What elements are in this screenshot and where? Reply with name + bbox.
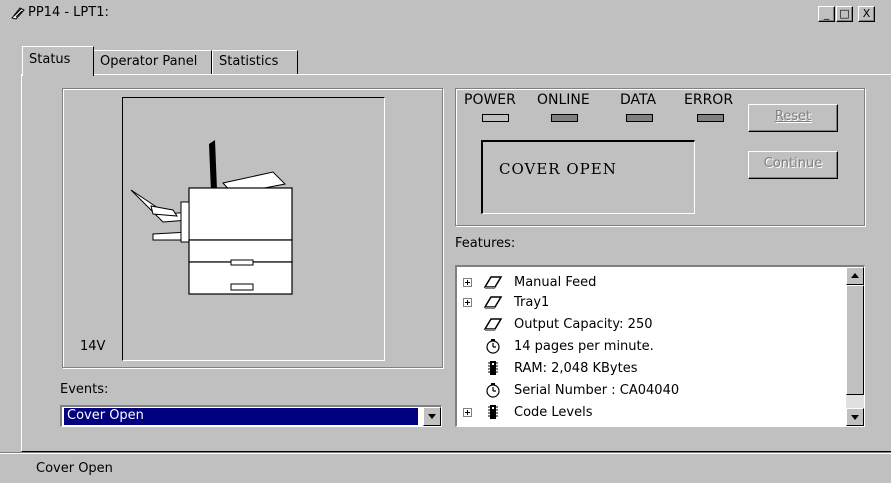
arrow-up-icon <box>851 273 859 278</box>
tree-item-pages-per-minute[interactable]: 14 pages per minute. <box>457 337 847 357</box>
close-icon: X <box>862 7 871 20</box>
memory-chip-icon <box>488 361 498 375</box>
data-indicator-light <box>626 114 653 122</box>
tab-label: Operator Panel <box>100 54 198 69</box>
display-message: COVER OPEN <box>499 160 617 178</box>
tree-item-label: Serial Number : CA04040 <box>514 383 680 398</box>
printer-illustration <box>130 140 293 295</box>
tree-item-serial-number[interactable]: Serial Number : CA04040 <box>457 381 847 401</box>
data-label: DATA <box>620 92 657 108</box>
status-text: Cover Open <box>36 461 113 476</box>
tree-item-label: Output Capacity: 250 <box>514 317 653 332</box>
online-indicator-light <box>551 114 578 122</box>
tree-item-ram[interactable]: RAM: 2,048 KBytes <box>457 359 847 379</box>
arrow-down-icon <box>851 415 859 420</box>
tree-item-label: Code Levels <box>514 405 593 420</box>
close-button[interactable]: X <box>858 6 875 22</box>
tab-status[interactable]: Status <box>22 46 94 76</box>
printer-display: COVER OPEN <box>481 140 695 214</box>
error-indicator-light <box>697 114 724 122</box>
printer-image-area <box>122 97 385 361</box>
tab-label: Statistics <box>219 54 279 69</box>
tree-item-label: RAM: 2,048 KBytes <box>514 361 638 376</box>
expand-icon[interactable] <box>463 278 472 287</box>
dropdown-button[interactable] <box>423 407 441 426</box>
continue-button-label: Continue <box>763 156 823 171</box>
reset-button-label: Reset <box>774 109 812 124</box>
events-label: Events: <box>60 382 109 397</box>
tab-statistics[interactable]: Statistics <box>212 50 298 74</box>
online-label: ONLINE <box>537 92 590 108</box>
expand-icon[interactable] <box>463 408 472 417</box>
status-bar: Cover Open <box>0 452 891 483</box>
tree-item-code-levels[interactable]: Code Levels <box>457 403 847 423</box>
scroll-down-button[interactable] <box>846 408 864 426</box>
paper-tray-icon <box>483 296 503 309</box>
tree-item-manual-feed[interactable]: Manual Feed <box>457 273 847 293</box>
printer-status-window: PP14 - LPT1: _ □ X Status Operator Panel… <box>0 0 891 483</box>
paper-tray-icon <box>483 276 503 289</box>
minimize-button[interactable]: _ <box>818 6 835 22</box>
power-indicator-light <box>482 114 509 122</box>
printer-app-icon <box>11 7 25 20</box>
tree-item-label: Manual Feed <box>514 275 597 290</box>
tree-item-label: 14 pages per minute. <box>514 339 654 354</box>
features-label: Features: <box>455 236 516 251</box>
maximize-button[interactable]: □ <box>836 6 853 22</box>
events-selected-value: Cover Open <box>63 407 419 426</box>
features-scrollbar[interactable] <box>846 267 864 426</box>
tab-operator-panel[interactable]: Operator Panel <box>93 50 212 74</box>
memory-chip-icon <box>488 405 498 419</box>
title-bar[interactable]: PP14 - LPT1: _ □ X <box>0 0 891 26</box>
tree-item-tray1[interactable]: Tray1 <box>457 293 847 313</box>
paper-tray-icon <box>483 318 503 331</box>
reset-button[interactable]: Reset <box>748 104 838 132</box>
maximize-icon: □ <box>839 7 850 20</box>
chevron-down-icon <box>428 414 436 419</box>
expand-icon[interactable] <box>463 298 472 307</box>
minimize-icon: _ <box>823 7 830 20</box>
features-tree[interactable]: Manual Feed Tray1 Output Capacity: 250 1… <box>455 265 865 427</box>
tab-label: Status <box>29 52 71 67</box>
tree-item-label: Tray1 <box>514 295 550 310</box>
error-label: ERROR <box>684 92 734 108</box>
scroll-thumb[interactable] <box>846 285 864 395</box>
printer-model-label: 14V <box>80 339 106 354</box>
scroll-up-button[interactable] <box>846 267 864 285</box>
stopwatch-icon <box>486 339 500 354</box>
window-title: PP14 - LPT1: <box>28 5 109 20</box>
continue-button[interactable]: Continue <box>748 151 838 179</box>
stopwatch-icon <box>486 383 500 398</box>
events-dropdown[interactable]: Cover Open <box>60 405 442 427</box>
tree-item-output-capacity[interactable]: Output Capacity: 250 <box>457 315 847 335</box>
power-label: POWER <box>464 92 516 108</box>
